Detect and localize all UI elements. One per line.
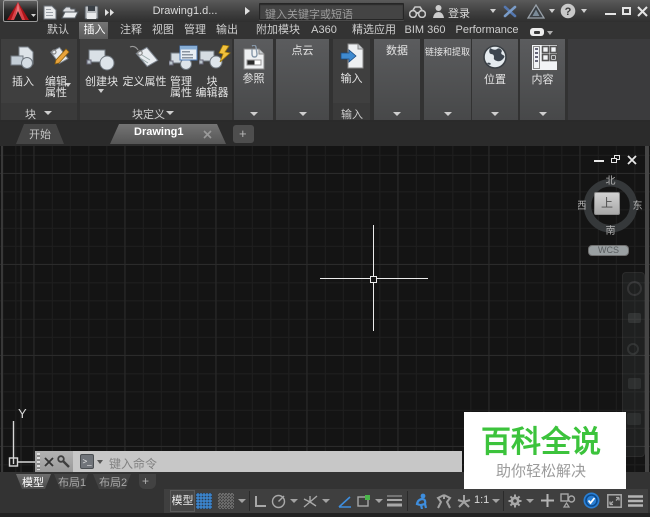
- svg-text:Y: Y: [18, 406, 27, 421]
- svg-text:南: 南: [606, 224, 616, 237]
- svg-text:西: 西: [578, 201, 587, 212]
- svg-text:?: ?: [565, 6, 572, 18]
- svg-text:北: 北: [606, 175, 616, 187]
- svg-text:东: 东: [633, 199, 643, 212]
